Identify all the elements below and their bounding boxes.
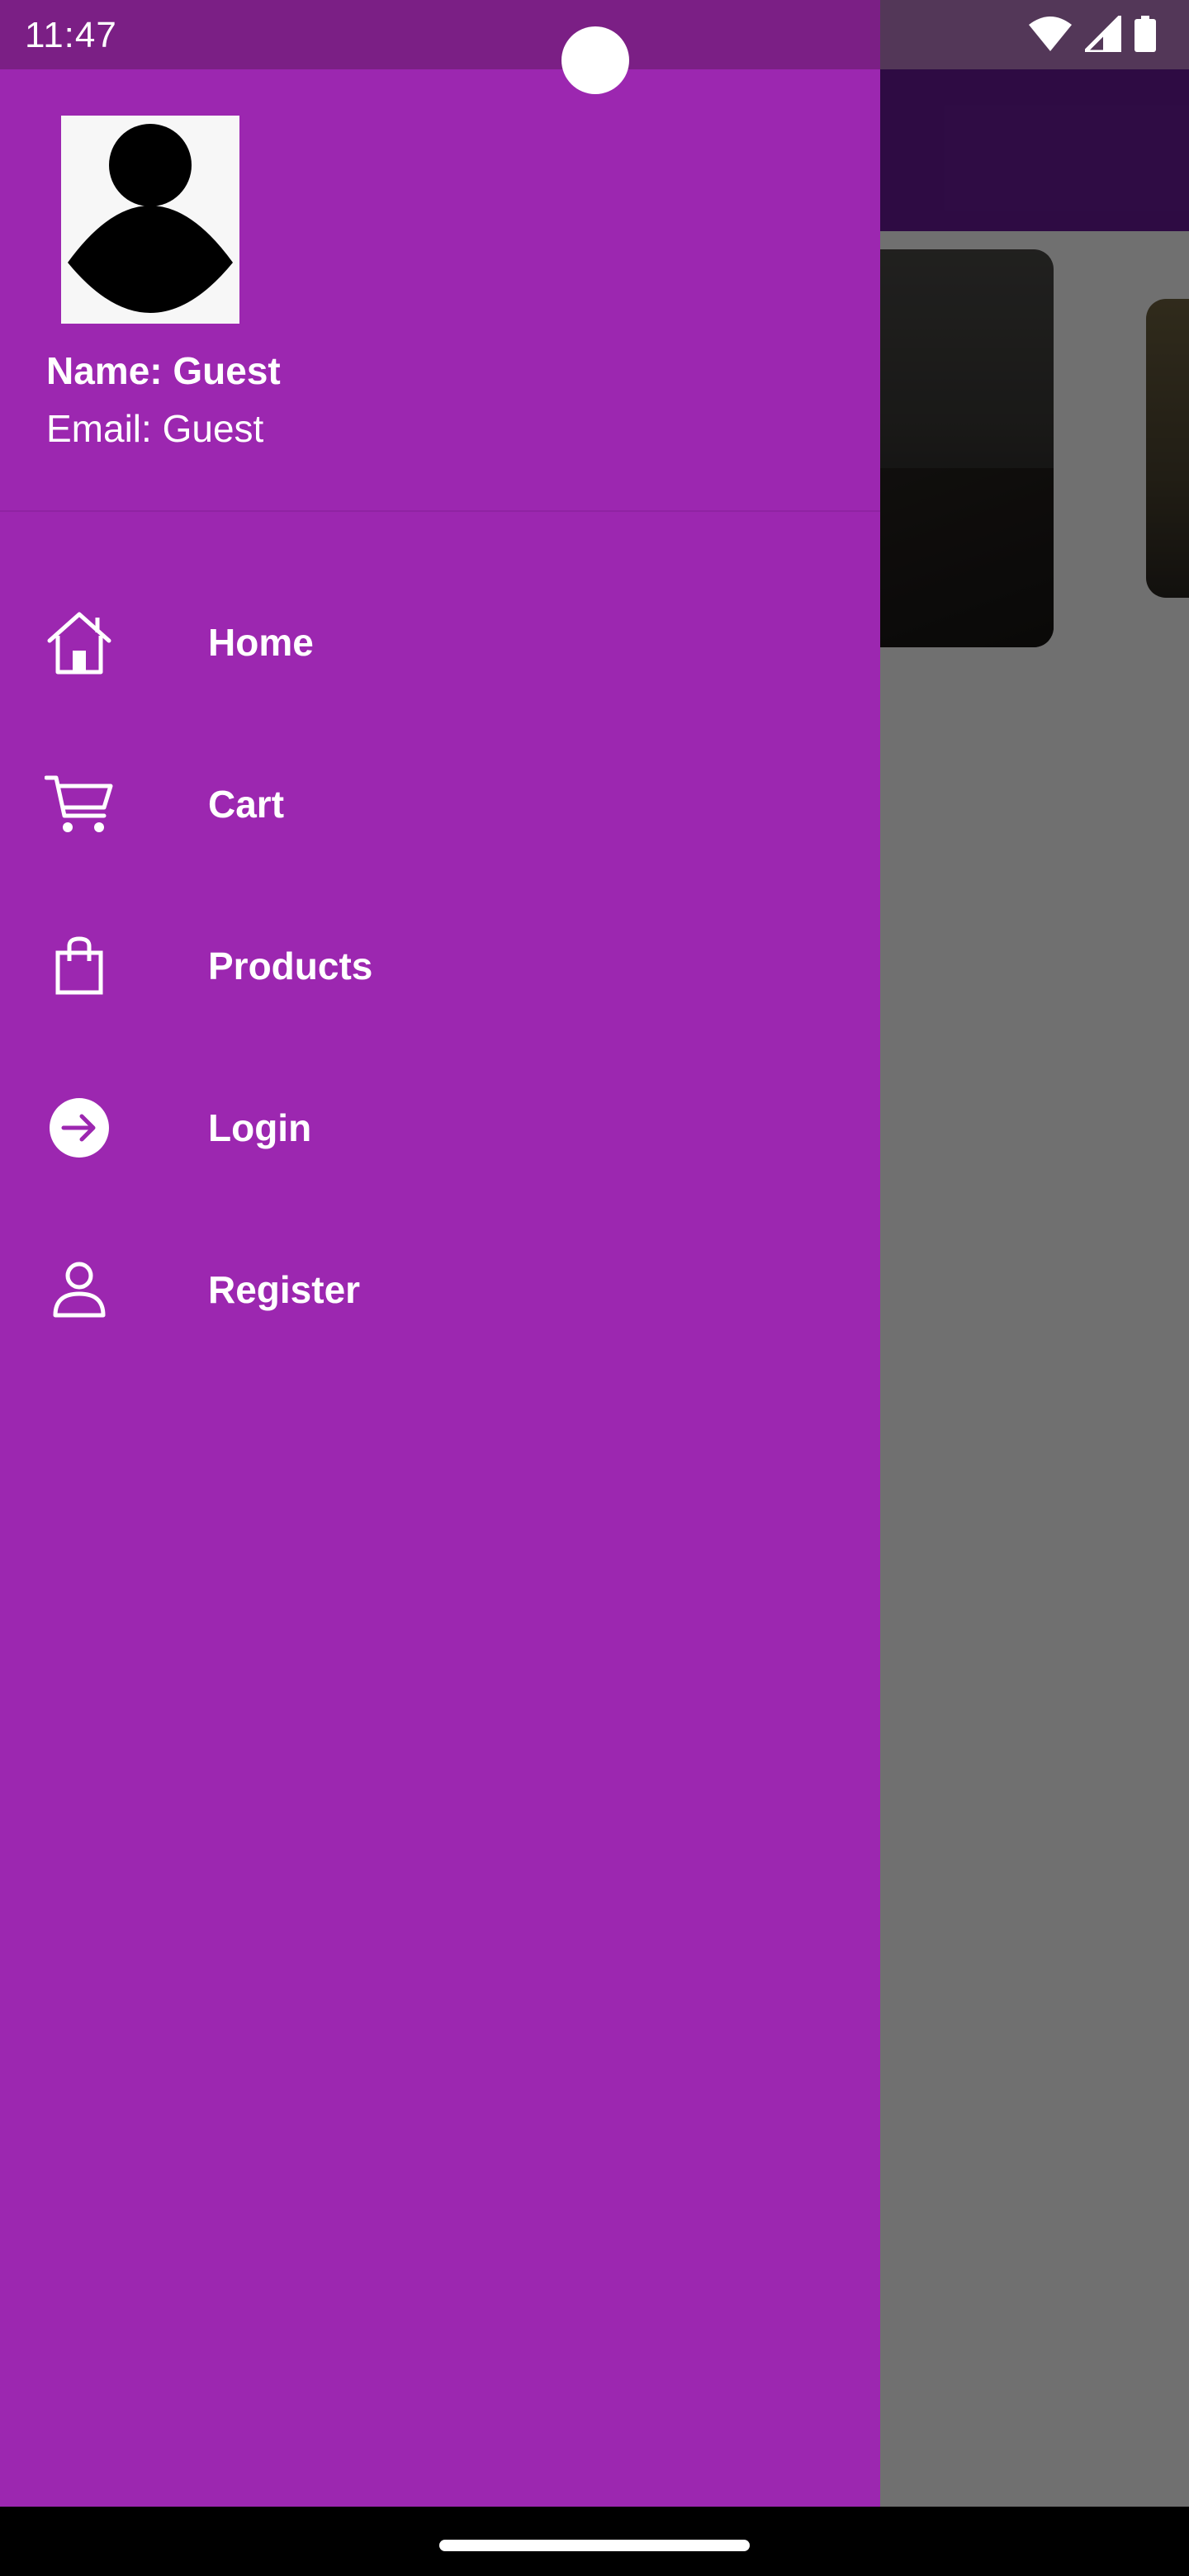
user-email: Email: Guest <box>46 407 264 450</box>
home-gesture-handle[interactable] <box>439 2540 750 2551</box>
user-name: Name: Guest <box>46 349 281 392</box>
drawer-status-strip: 11:47 <box>0 0 880 69</box>
menu-item-label: Home <box>208 621 314 664</box>
home-icon <box>43 606 116 679</box>
camera-cutout <box>561 26 629 94</box>
system-navigation-bar <box>0 2507 1189 2576</box>
drawer-header: Name: Guest Email: Guest <box>0 69 880 512</box>
signal-icon <box>1079 10 1124 56</box>
battery-icon <box>1135 15 1156 56</box>
status-icons <box>1029 10 1156 56</box>
cart-icon <box>43 768 116 841</box>
login-arrow-icon <box>43 1091 116 1164</box>
drawer-menu: Home Cart Products Login Register <box>0 561 880 1371</box>
person-icon <box>68 124 233 313</box>
person-outline-icon <box>43 1253 116 1326</box>
menu-item-label: Cart <box>208 783 285 826</box>
menu-item-label: Register <box>208 1268 361 1311</box>
menu-item-label: Login <box>208 1106 312 1149</box>
avatar <box>61 116 239 324</box>
menu-item-register[interactable]: Register <box>0 1209 880 1371</box>
wifi-icon <box>1029 16 1072 55</box>
menu-item-login[interactable]: Login <box>0 1047 880 1209</box>
menu-item-products[interactable]: Products <box>0 885 880 1047</box>
menu-item-cart[interactable]: Cart <box>0 723 880 885</box>
navigation-drawer: 11:47 Name: Guest Email: Guest Home Cart… <box>0 0 880 2507</box>
status-time: 11:47 <box>25 15 117 55</box>
shopping-bag-icon <box>43 930 116 1002</box>
menu-item-home[interactable]: Home <box>0 561 880 723</box>
menu-item-label: Products <box>208 945 373 987</box>
